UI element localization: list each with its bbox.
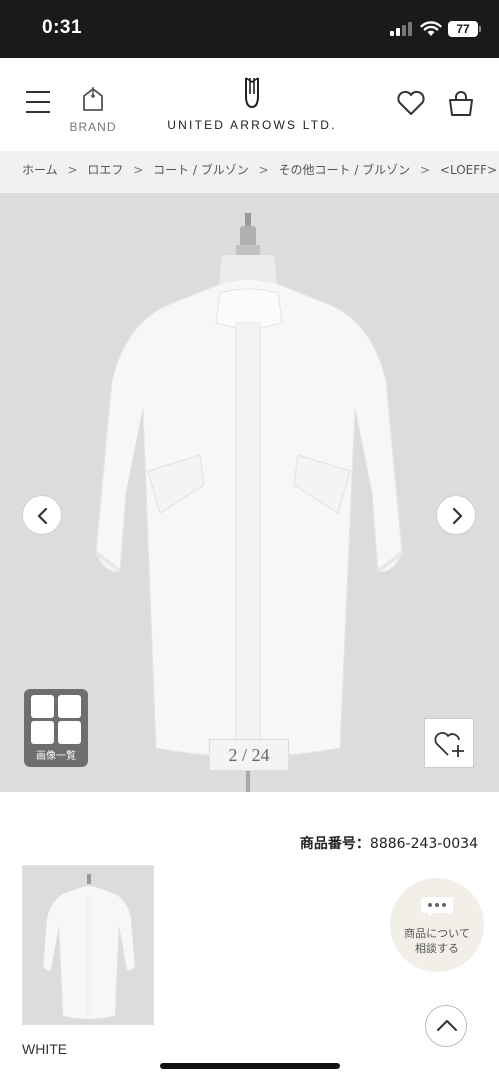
shopping-tag-icon bbox=[83, 87, 103, 111]
cellular-signal-icon bbox=[390, 22, 414, 36]
breadcrumb-separator: > bbox=[258, 163, 269, 177]
breadcrumb-item-brand[interactable]: ロエフ bbox=[87, 163, 123, 177]
chat-bubble-icon bbox=[421, 897, 453, 918]
brand-button[interactable]: BRAND bbox=[66, 86, 120, 140]
color-name: WHITE bbox=[22, 1041, 68, 1057]
next-image-button[interactable] bbox=[436, 495, 476, 535]
wifi-icon bbox=[420, 21, 442, 36]
site-header: BRAND UNITED ARROWS LTD. bbox=[0, 58, 499, 151]
status-bar: 0:31 77 bbox=[0, 0, 499, 58]
heart-icon[interactable] bbox=[396, 90, 426, 116]
united-arrows-logo-mark bbox=[245, 77, 259, 109]
site-logo[interactable]: UNITED ARROWS LTD. bbox=[160, 76, 344, 140]
chat-label-line1: 商品について bbox=[404, 927, 470, 940]
image-list-button[interactable]: 画像一覧 bbox=[24, 689, 88, 767]
scroll-to-top-button[interactable] bbox=[425, 1005, 467, 1047]
brand-label: BRAND bbox=[69, 120, 117, 134]
product-number: 商品番号：8886-243-0034 bbox=[0, 833, 478, 853]
status-time: 0:31 bbox=[42, 17, 83, 38]
chat-label-line2: 相談する bbox=[415, 942, 459, 955]
battery-indicator: 77 bbox=[448, 21, 481, 37]
chevron-right-icon bbox=[452, 507, 463, 525]
product-number-value: 8886-243-0034 bbox=[369, 836, 478, 852]
product-image-gallery[interactable]: 画像一覧 2 / 24 bbox=[0, 193, 499, 792]
breadcrumb-separator: > bbox=[67, 163, 78, 177]
chevron-up-icon bbox=[437, 1020, 457, 1031]
image-counter: 2 / 24 bbox=[209, 739, 289, 771]
breadcrumb-item-home[interactable]: ホーム bbox=[22, 163, 58, 177]
breadcrumb: ホーム > ロエフ > コート / ブルゾン > その他コート / ブルゾン >… bbox=[0, 151, 499, 193]
previous-image-button[interactable] bbox=[22, 495, 62, 535]
chevron-left-icon bbox=[37, 507, 48, 525]
product-consult-chat-button[interactable]: 商品について 相談する bbox=[390, 878, 484, 972]
color-swatch-thumbnail[interactable] bbox=[22, 865, 154, 1025]
product-thumbnail-white-coat bbox=[23, 866, 153, 1024]
breadcrumb-separator: > bbox=[133, 163, 144, 177]
hamburger-menu-icon[interactable] bbox=[26, 91, 50, 113]
breadcrumb-item-subcategory[interactable]: その他コート / ブルゾン bbox=[279, 163, 411, 177]
breadcrumb-separator: > bbox=[420, 163, 431, 177]
shopping-bag-icon[interactable] bbox=[448, 90, 474, 116]
add-to-favorites-button[interactable] bbox=[424, 718, 474, 768]
logo-text: UNITED ARROWS LTD. bbox=[167, 118, 337, 132]
breadcrumb-item-category[interactable]: コート / ブルゾン bbox=[153, 163, 249, 177]
breadcrumb-item-current[interactable]: <LOEFF> bbox=[440, 163, 497, 177]
heart-plus-icon bbox=[434, 731, 464, 757]
image-list-label: 画像一覧 bbox=[36, 751, 76, 762]
home-indicator bbox=[160, 1063, 340, 1069]
product-number-label: 商品番号： bbox=[299, 836, 370, 852]
